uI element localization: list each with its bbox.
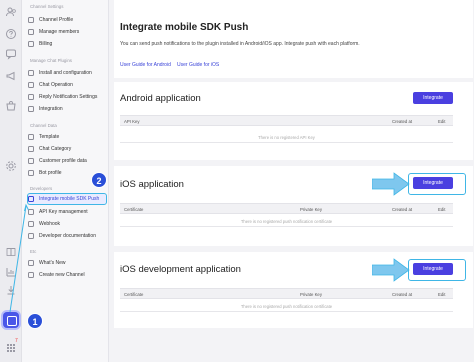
column-header: Created at <box>392 292 413 297</box>
arrow-to-ios-icon <box>372 172 410 196</box>
table-header: API Key Created at Edit <box>120 115 453 126</box>
ios-guide-link[interactable]: User Guide for iOS <box>177 62 219 68</box>
empty-row: There is no registered API Key <box>120 132 453 143</box>
column-header: Created at <box>392 207 413 212</box>
column-header: Private Key <box>300 207 322 212</box>
column-header: API Key <box>124 119 140 124</box>
ios-button-highlight <box>408 173 466 195</box>
section-title: Android application <box>120 93 201 104</box>
intro-card: Integrate mobile SDK Push You can send p… <box>114 0 473 78</box>
column-header: Certificate <box>124 292 144 297</box>
empty-row: There is no registered push notification… <box>120 301 453 312</box>
step-1-callout: 1 <box>27 313 43 329</box>
table-header: Certificate Private Key Created at Edit <box>120 288 453 299</box>
android-guide-link[interactable]: User Guide for Android <box>120 62 171 68</box>
arrow-to-ios-dev-icon <box>372 258 410 282</box>
step-2-callout: 2 <box>91 172 107 188</box>
section-title: iOS application <box>120 179 184 190</box>
android-integrate-button[interactable]: Integrate <box>413 92 453 104</box>
column-header: Edit <box>438 207 446 212</box>
column-header: Private Key <box>300 292 322 297</box>
ios-dev-button-highlight <box>408 259 466 281</box>
intro-description: You can send push notifications to the p… <box>120 41 360 47</box>
section-title: iOS development application <box>120 264 241 275</box>
empty-row: There is no registered push notification… <box>120 216 453 227</box>
page-title: Integrate mobile SDK Push <box>120 22 249 33</box>
column-header: Created at <box>392 119 413 124</box>
table-header: Certificate Private Key Created at Edit <box>120 203 453 214</box>
android-card: Android application Integrate API Key Cr… <box>114 82 473 160</box>
column-header: Edit <box>438 119 446 124</box>
column-header: Certificate <box>124 207 144 212</box>
column-header: Edit <box>438 292 446 297</box>
